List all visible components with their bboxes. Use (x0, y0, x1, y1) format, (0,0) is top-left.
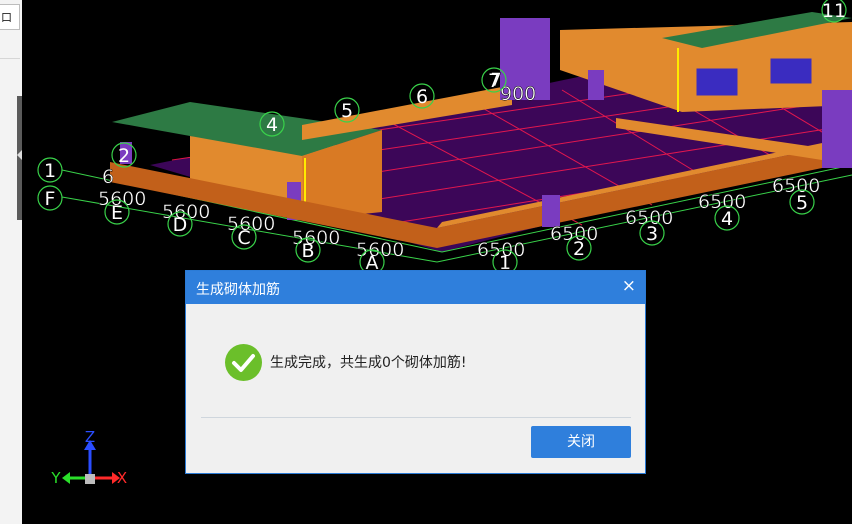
gizmo-y-label: Y (50, 469, 61, 487)
dim-left-3: 5600 (227, 213, 275, 235)
dim-left-cut: 6 (102, 166, 114, 188)
axis-letter-B: B (301, 240, 314, 262)
dim-top-b: 900 (500, 83, 536, 105)
rebar-generation-dialog: 生成砌体加筋 × 生成完成，共生成0个砌体加筋! 关闭 (185, 270, 646, 474)
axis-gizmo: Z Y X (50, 428, 127, 487)
close-button[interactable]: 关闭 (531, 426, 631, 458)
top-num-11: 11 (822, 0, 846, 22)
axis-num-5: 5 (796, 192, 808, 214)
dim-left-5: 5600 (356, 239, 404, 261)
door-right-edge (822, 90, 852, 168)
dialog-body: 生成完成，共生成0个砌体加筋! 关闭 (186, 304, 645, 474)
top-num-7: 7 (488, 70, 500, 92)
close-icon[interactable]: × (622, 277, 636, 295)
left-panel: 口 (0, 0, 23, 524)
door-mid (588, 70, 604, 100)
axis-letter-D: D (173, 214, 188, 236)
panel-divider (0, 58, 20, 59)
dim-left-4: 5600 (292, 227, 340, 249)
dialog-message: 生成完成，共生成0个砌体加筋! (270, 355, 467, 371)
success-check-icon (225, 344, 262, 381)
top-num-6: 6 (416, 86, 428, 108)
axis-letter-F: F (45, 188, 56, 210)
gizmo-z-label: Z (85, 428, 95, 446)
panel-tab[interactable]: 口 (0, 4, 20, 30)
top-num-4: 4 (266, 114, 278, 136)
axis-num-2: 2 (573, 238, 585, 260)
axis-num-3: 3 (646, 223, 658, 245)
axis-letter-C: C (237, 227, 250, 249)
window-right-1 (695, 67, 739, 97)
dialog-title: 生成砌体加筋 (196, 282, 280, 298)
dialog-divider (201, 417, 631, 418)
dialog-titlebar[interactable]: 生成砌体加筋 × (186, 271, 645, 304)
top-num-5: 5 (341, 100, 353, 122)
top-num-2: 2 (118, 145, 130, 167)
window-right-2 (769, 57, 813, 85)
axis-num-1-left: 1 (44, 160, 56, 182)
axis-letter-E: E (111, 202, 123, 224)
axis-num-4: 4 (721, 208, 733, 230)
gizmo-x-label: X (117, 469, 127, 487)
